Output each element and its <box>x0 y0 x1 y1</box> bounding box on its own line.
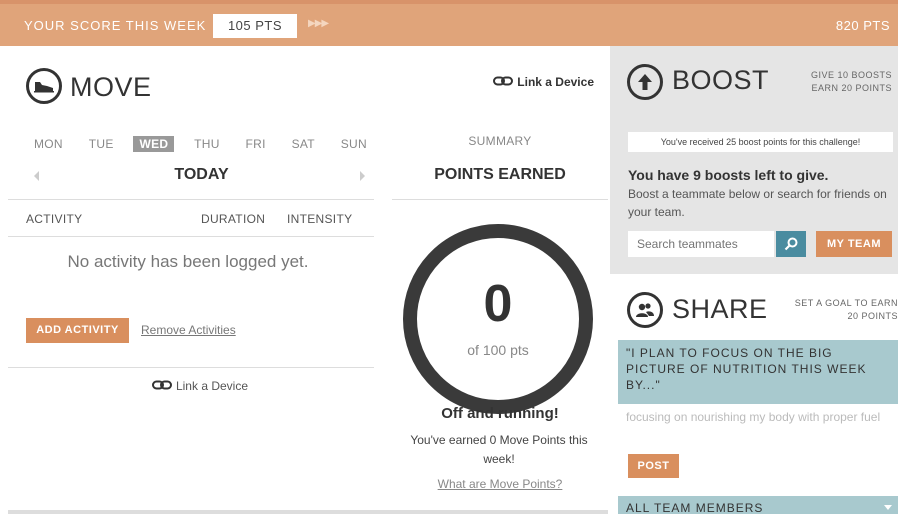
day-thu[interactable]: THU <box>188 136 226 152</box>
boost-note-line1: GIVE 10 BOOSTS <box>810 70 892 80</box>
day-mon[interactable]: MON <box>28 136 69 152</box>
boost-note-line2: EARN 20 POINTS <box>811 83 892 93</box>
chevron-down-icon <box>884 505 892 510</box>
total-points-value: 820 PTS <box>835 18 890 33</box>
bottom-scroll-edge <box>8 510 608 514</box>
link-device-bottom-label: Link a Device <box>175 379 249 393</box>
add-activity-button[interactable]: ADD ACTIVITY <box>26 318 129 343</box>
points-earned-heading: POINTS EARNED <box>434 166 566 183</box>
day-fri[interactable]: FRI <box>240 136 272 152</box>
score-label: YOUR SCORE THIS WEEK <box>24 18 207 33</box>
share-title: SHARE <box>672 294 768 324</box>
earned-description: You've earned 0 Move Points this week! <box>410 433 588 466</box>
goal-prompt: "I PLAN TO FOCUS ON THE BIG PICTURE OF N… <box>618 340 898 404</box>
share-note-line2: 20 POINTS <box>847 311 898 321</box>
remove-activities-link[interactable]: Remove Activities <box>141 323 236 337</box>
day-sun[interactable]: SUN <box>335 136 373 152</box>
intensity-column-header: INTENSITY <box>287 212 353 226</box>
share-panel: SHARE SET A GOAL TO EARN 20 POINTS "I PL… <box>610 274 898 514</box>
progress-arrows-icon: ▶▶▶ <box>308 18 329 29</box>
boost-panel: BOOST GIVE 10 BOOSTS EARN 20 POINTS You'… <box>610 46 898 274</box>
day-selector: MON TUE WED THU FRI SAT SUN <box>28 136 373 152</box>
boost-description: Boost a teammate below or search for fri… <box>628 187 887 219</box>
day-wed[interactable]: WED <box>133 136 175 152</box>
search-icon <box>784 237 798 251</box>
boost-goal-note: GIVE 10 BOOSTS EARN 20 POINTS <box>811 69 892 95</box>
summary-column: SUMMARY POINTS EARNED 0 of 100 pts Off a… <box>392 46 608 514</box>
move-panel: MOVE Link a Device MON TUE WED THU FRI S… <box>8 46 608 514</box>
summary-label: SUMMARY <box>468 134 532 148</box>
points-progress-ring: 0 of 100 pts <box>403 224 593 414</box>
all-team-members-dropdown[interactable]: ALL TEAM MEMBERS <box>618 496 898 514</box>
points-goal: of 100 pts <box>467 342 529 358</box>
post-button[interactable]: POST <box>628 454 679 478</box>
boosts-left-heading: You have 9 boosts left to give. <box>628 167 829 183</box>
empty-activity-message: No activity has been logged yet. <box>67 252 309 271</box>
my-team-button[interactable]: MY TEAM <box>816 231 892 257</box>
up-arrow-icon <box>627 64 663 100</box>
move-title: MOVE <box>70 72 152 102</box>
activity-column-header: ACTIVITY <box>26 212 83 226</box>
search-teammates-input[interactable] <box>628 231 774 257</box>
divider <box>8 199 374 200</box>
date-navigator: TODAY <box>24 166 379 186</box>
today-label: TODAY <box>174 166 229 183</box>
points-value: 0 <box>483 275 513 333</box>
duration-column-header: DURATION <box>201 212 266 226</box>
day-tue[interactable]: TUE <box>83 136 120 152</box>
boost-received-banner: You've received 25 boost points for this… <box>628 132 893 152</box>
boost-title: BOOST <box>672 65 770 95</box>
team-members-label: ALL TEAM MEMBERS <box>626 501 764 514</box>
day-sat[interactable]: SAT <box>286 136 321 152</box>
people-icon <box>627 292 663 328</box>
next-day-arrow-icon[interactable] <box>360 171 365 181</box>
share-note-line1: SET A GOAL TO EARN <box>794 298 898 308</box>
shoe-icon <box>26 68 62 104</box>
status-heading: Off and running! <box>441 405 559 422</box>
link-icon <box>151 378 172 393</box>
share-goal-note: SET A GOAL TO EARN 20 POINTS <box>795 297 898 323</box>
divider <box>8 236 374 237</box>
weekly-score-bar: YOUR SCORE THIS WEEK 105 PTS ▶▶▶ 820 PTS <box>0 0 898 46</box>
divider <box>392 199 608 200</box>
search-button[interactable] <box>776 231 806 257</box>
what-are-move-points-link[interactable]: What are Move Points? <box>392 477 608 491</box>
week-score-value: 105 PTS <box>213 14 297 38</box>
link-device-bottom-link[interactable]: Link a Device <box>8 378 392 393</box>
divider <box>8 367 374 368</box>
